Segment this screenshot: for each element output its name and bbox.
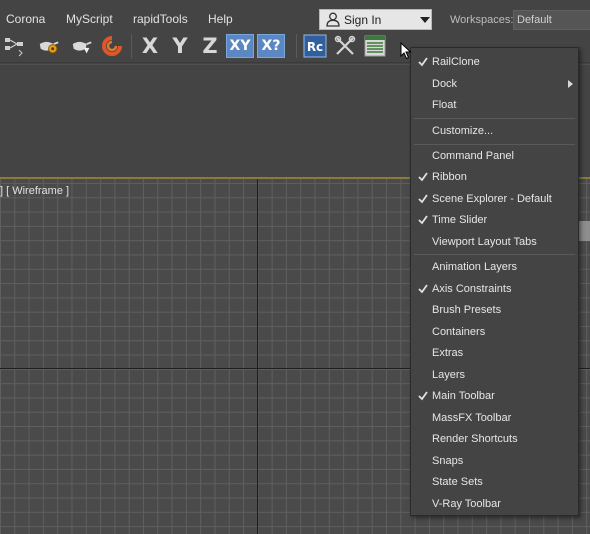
- menu-myscript[interactable]: MyScript: [66, 0, 113, 30]
- menu-item-dock[interactable]: Dock: [411, 74, 578, 95]
- scissors-tools-icon[interactable]: [333, 33, 357, 59]
- menu-item-label: Float: [432, 99, 457, 111]
- toolbar-separator: [296, 34, 297, 58]
- menu-item-command-panel[interactable]: Command Panel: [411, 146, 578, 167]
- menu-item-viewport-layout-tabs[interactable]: Viewport Layout Tabs: [411, 232, 578, 253]
- menu-item-axis-constraints[interactable]: Axis Constraints: [411, 279, 578, 300]
- menu-separator: [414, 254, 575, 255]
- menu-bar: Corona MyScript rapidTools Help Sign In …: [0, 0, 590, 30]
- render-frame-icon[interactable]: [70, 33, 94, 59]
- menu-item-massfx-toolbar[interactable]: MassFX Toolbar: [411, 408, 578, 429]
- menu-item-time-slider[interactable]: Time Slider: [411, 210, 578, 231]
- viewport-axis-vertical: [257, 179, 258, 534]
- menu-item-label: Axis Constraints: [432, 283, 512, 295]
- checkmark-icon: [417, 214, 429, 226]
- menu-item-label: Command Panel: [432, 150, 514, 162]
- toolbar-separator: [131, 34, 132, 58]
- checkmark-icon: [417, 390, 429, 402]
- sign-in-label: Sign In: [344, 13, 382, 27]
- railclone-icon[interactable]: Rc: [303, 33, 327, 59]
- menu-item-label: State Sets: [432, 476, 483, 488]
- svg-text:Rc: Rc: [307, 40, 323, 54]
- menu-item-label: Containers: [432, 326, 486, 338]
- menu-rapidtools[interactable]: rapidTools: [133, 0, 188, 30]
- menu-item-label: V-Ray Toolbar: [432, 498, 501, 510]
- menu-item-label: Scene Explorer - Default: [432, 193, 552, 205]
- menu-item-label: Snaps: [432, 455, 464, 467]
- checkmark-icon: [417, 193, 429, 205]
- menu-item-label: Time Slider: [432, 214, 488, 226]
- menu-item-render-shortcuts[interactable]: Render Shortcuts: [411, 429, 578, 450]
- checkmark-icon: [417, 171, 429, 183]
- axis-constraint-toggle[interactable]: X?: [257, 34, 285, 58]
- axis-x-button[interactable]: X: [138, 32, 162, 60]
- menu-item-label: Brush Presets: [432, 304, 502, 316]
- side-panel-tab[interactable]: [578, 221, 590, 241]
- menu-item-containers[interactable]: Containers: [411, 322, 578, 343]
- menu-item-label: Extras: [432, 347, 464, 359]
- menu-item-state-sets[interactable]: State Sets: [411, 472, 578, 493]
- workspaces-label: Workspaces:: [450, 14, 514, 26]
- workspace-select[interactable]: Default: [513, 10, 590, 30]
- corona-render-icon[interactable]: [100, 33, 124, 59]
- menu-item-brush-presets[interactable]: Brush Presets: [411, 300, 578, 321]
- menu-item-float[interactable]: Float: [411, 95, 578, 116]
- menu-item-extras[interactable]: Extras: [411, 343, 578, 364]
- menu-help[interactable]: Help: [208, 0, 233, 30]
- viewport-label[interactable]: ] [ Wireframe ]: [0, 185, 69, 197]
- menu-item-vray-toolbar[interactable]: V-Ray Toolbar: [411, 494, 578, 515]
- menu-corona[interactable]: Corona: [6, 0, 45, 30]
- sign-in-dropdown[interactable]: Sign In: [319, 9, 432, 30]
- menu-item-label: RailClone: [432, 56, 480, 68]
- menu-item-scene-explorer[interactable]: Scene Explorer - Default: [411, 189, 578, 210]
- menu-item-ribbon[interactable]: Ribbon: [411, 167, 578, 188]
- menu-item-label: Animation Layers: [432, 261, 517, 273]
- menu-item-layers[interactable]: Layers: [411, 365, 578, 386]
- schematic-view-icon[interactable]: [3, 33, 27, 59]
- menu-item-label: Layers: [432, 369, 466, 381]
- menu-item-snaps[interactable]: Snaps: [411, 451, 578, 472]
- menu-item-railclone[interactable]: RailClone: [411, 52, 578, 73]
- menu-item-label: Main Toolbar: [432, 390, 495, 402]
- render-setup-icon[interactable]: [37, 33, 61, 59]
- plane-xy-button[interactable]: XY: [226, 34, 254, 58]
- menu-item-customize[interactable]: Customize...: [411, 121, 578, 142]
- menu-item-animation-layers[interactable]: Animation Layers: [411, 257, 578, 278]
- menu-separator: [414, 144, 575, 145]
- menu-item-label: Dock: [432, 78, 458, 90]
- menu-item-label: Render Shortcuts: [432, 433, 518, 445]
- menu-item-main-toolbar[interactable]: Main Toolbar: [411, 386, 578, 407]
- menu-item-label: Viewport Layout Tabs: [432, 236, 537, 248]
- menu-item-label: MassFX Toolbar: [432, 412, 512, 424]
- submenu-arrow-icon: [568, 80, 573, 88]
- menu-item-label: Customize...: [432, 125, 494, 137]
- chevron-down-icon: [420, 17, 430, 23]
- list-table-icon[interactable]: [363, 33, 387, 59]
- toolbar-context-menu: RailClone Dock Float Customize... Comman…: [410, 47, 579, 516]
- menu-separator: [414, 118, 575, 119]
- checkmark-icon: [417, 56, 429, 68]
- user-icon: [326, 12, 340, 30]
- mouse-pointer-icon: [400, 41, 412, 63]
- menu-item-label: Ribbon: [432, 171, 467, 183]
- axis-z-button[interactable]: Z: [198, 32, 222, 60]
- checkmark-icon: [417, 283, 429, 295]
- axis-y-button[interactable]: Y: [168, 32, 192, 60]
